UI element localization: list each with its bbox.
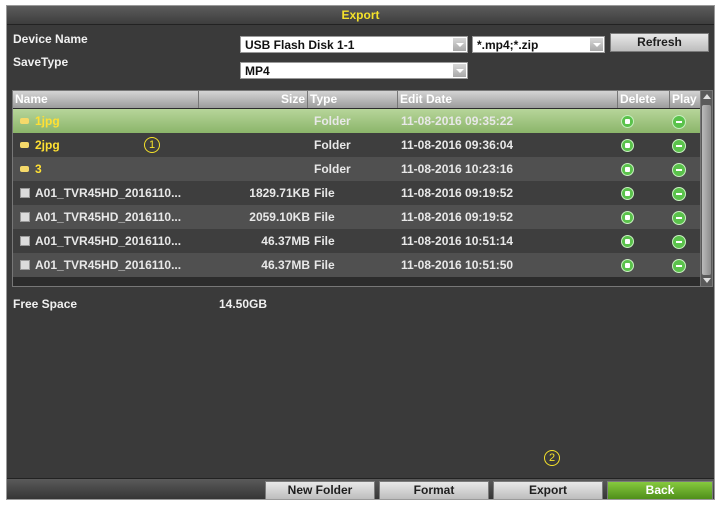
cell-type: Folder (314, 138, 351, 152)
device-name-label: Device Name (13, 32, 88, 46)
cell-edit-date: 11-08-2016 09:19:52 (401, 186, 514, 200)
chevron-down-icon[interactable] (590, 38, 603, 51)
device-name-select[interactable]: USB Flash Disk 1-1 (240, 36, 468, 53)
delete-icon[interactable] (621, 163, 634, 176)
folder-icon (20, 118, 29, 124)
delete-icon[interactable] (621, 187, 634, 200)
free-space-label: Free Space (13, 297, 78, 311)
cell-size: 2059.10KB (249, 210, 310, 224)
file-filter-select[interactable]: *.mp4;*.zip (472, 36, 605, 53)
play-icon[interactable] (672, 139, 686, 153)
column-header-size[interactable]: Size (199, 91, 308, 108)
cell-edit-date: 11-08-2016 09:36:04 (401, 138, 514, 152)
table-row[interactable]: 2jpg Folder 11-08-2016 09:36:04 (13, 133, 701, 157)
cell-type: Folder (314, 162, 351, 176)
scroll-down-icon[interactable] (703, 278, 711, 283)
export-button[interactable]: Export (493, 481, 603, 499)
cell-name: A01_TVR45HD_2016110... (35, 210, 182, 224)
delete-icon[interactable] (621, 139, 634, 152)
play-icon[interactable] (672, 235, 686, 249)
scroll-thumb[interactable] (702, 105, 711, 275)
callout-marker-2: 2 (544, 450, 560, 466)
cell-name: 2jpg (35, 138, 60, 152)
delete-icon[interactable] (621, 211, 634, 224)
table-row[interactable]: A01_TVR45HD_2016110... 46.37MB File 11-08-2… (13, 253, 701, 277)
cell-size (199, 157, 310, 181)
cell-edit-date: 11-08-2016 10:51:14 (401, 234, 514, 248)
vertical-scrollbar[interactable] (700, 91, 712, 286)
button-bar: New Folder Format Export Back (7, 478, 714, 499)
cell-name: A01_TVR45HD_2016110... (35, 258, 182, 272)
table-row[interactable]: 1jpg Folder 11-08-2016 09:35:22 (13, 109, 701, 133)
file-icon (20, 188, 30, 198)
cell-name: 1jpg (35, 114, 60, 128)
cell-type: File (314, 258, 335, 272)
cell-size: 46.37MB (261, 234, 310, 248)
column-header-type[interactable]: Type (308, 91, 398, 108)
play-icon[interactable] (672, 259, 686, 273)
savetype-select[interactable]: MP4 (240, 62, 468, 79)
play-icon[interactable] (672, 115, 686, 129)
delete-icon[interactable] (621, 115, 634, 128)
cell-edit-date: 11-08-2016 09:19:52 (401, 210, 514, 224)
window-title: Export (7, 6, 714, 25)
new-folder-button[interactable]: New Folder (265, 481, 375, 499)
cell-edit-date: 11-08-2016 10:51:50 (401, 258, 514, 272)
cell-type: File (314, 186, 335, 200)
play-icon[interactable] (672, 163, 686, 177)
table-row[interactable]: A01_TVR45HD_2016110... 1829.71KB File 11-08… (13, 181, 701, 205)
column-header-edit-date[interactable]: Edit Date (398, 91, 618, 108)
column-header-play: Play (672, 92, 697, 106)
savetype-label: SaveType (13, 55, 69, 69)
file-icon (20, 260, 30, 270)
folder-icon (20, 142, 29, 148)
export-window: Export Device Name USB Flash Disk 1-1 *.… (6, 5, 715, 500)
chevron-down-icon[interactable] (453, 38, 466, 51)
cell-edit-date: 11-08-2016 10:23:16 (401, 162, 514, 176)
cell-size (199, 133, 310, 157)
back-button[interactable]: Back (607, 481, 713, 499)
cell-name: 3 (35, 162, 42, 176)
cell-type: File (314, 210, 335, 224)
table-row[interactable]: A01_TVR45HD_2016110... 46.37MB File 11-08-2… (13, 229, 701, 253)
scroll-up-icon[interactable] (703, 94, 711, 99)
savetype-value: MP4 (245, 64, 270, 78)
cell-type: Folder (314, 114, 351, 128)
delete-icon[interactable] (621, 259, 634, 272)
column-header-name[interactable]: Name (13, 91, 199, 108)
table-row[interactable]: A01_TVR45HD_2016110... 2059.10KB File 11-08… (13, 205, 701, 229)
cell-type: File (314, 234, 335, 248)
cell-size (199, 109, 310, 133)
cell-name: A01_TVR45HD_2016110... (35, 234, 182, 248)
cell-name: A01_TVR45HD_2016110... (35, 186, 182, 200)
chevron-down-icon[interactable] (453, 64, 466, 77)
cell-size: 46.37MB (261, 258, 310, 272)
folder-icon (20, 166, 29, 172)
file-icon (20, 212, 30, 222)
file-icon (20, 236, 30, 246)
cell-size: 1829.71KB (249, 186, 310, 200)
play-icon[interactable] (672, 211, 686, 225)
callout-marker-1: 1 (144, 137, 160, 153)
column-header-delete: Delete (618, 91, 670, 108)
refresh-button[interactable]: Refresh (610, 33, 709, 52)
play-icon[interactable] (672, 187, 686, 201)
file-filter-value: *.mp4;*.zip (477, 38, 539, 52)
file-table: Name Size Type Edit Date Delete Play 1jp… (12, 90, 713, 287)
table-row[interactable]: 3 Folder 11-08-2016 10:23:16 (13, 157, 701, 181)
format-button[interactable]: Format (379, 481, 489, 499)
device-name-value: USB Flash Disk 1-1 (245, 38, 355, 52)
free-space-value: 14.50GB (219, 297, 268, 311)
table-header: Name Size Type Edit Date Delete Play (13, 91, 701, 108)
cell-edit-date: 11-08-2016 09:35:22 (401, 114, 514, 128)
delete-icon[interactable] (621, 235, 634, 248)
